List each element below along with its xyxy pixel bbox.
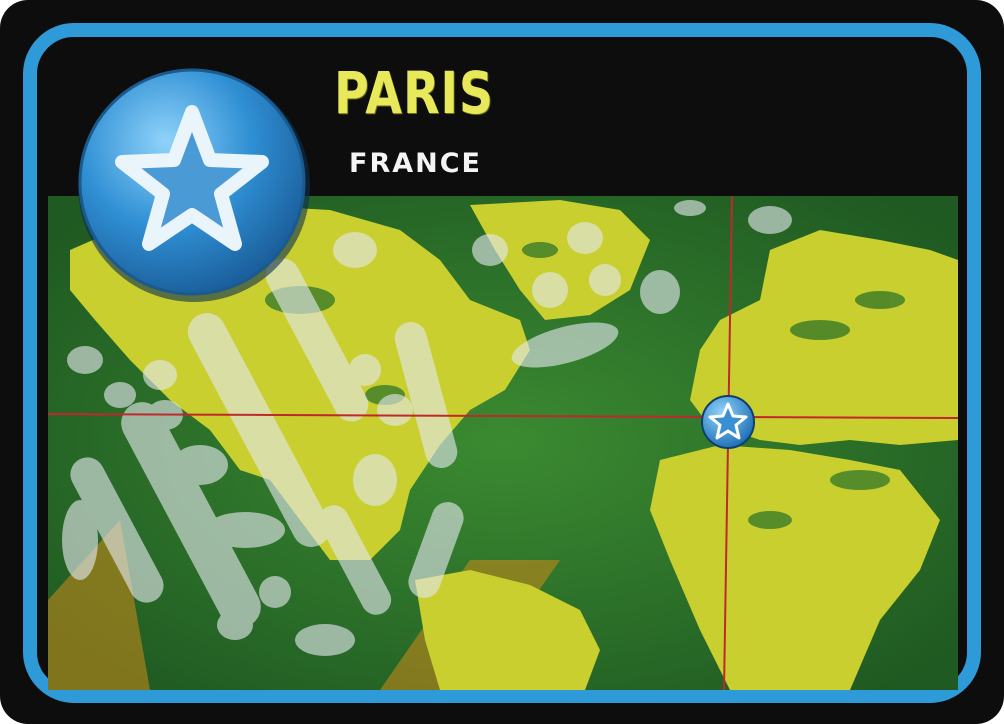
- blue-star-marker-icon: [701, 395, 755, 449]
- blue-star-badge-icon: [78, 68, 310, 302]
- city-card: PARIS FRANCE: [0, 0, 1004, 724]
- city-name: PARIS: [334, 59, 494, 127]
- country-name: FRANCE: [349, 148, 482, 179]
- card-artwork: [23, 23, 981, 703]
